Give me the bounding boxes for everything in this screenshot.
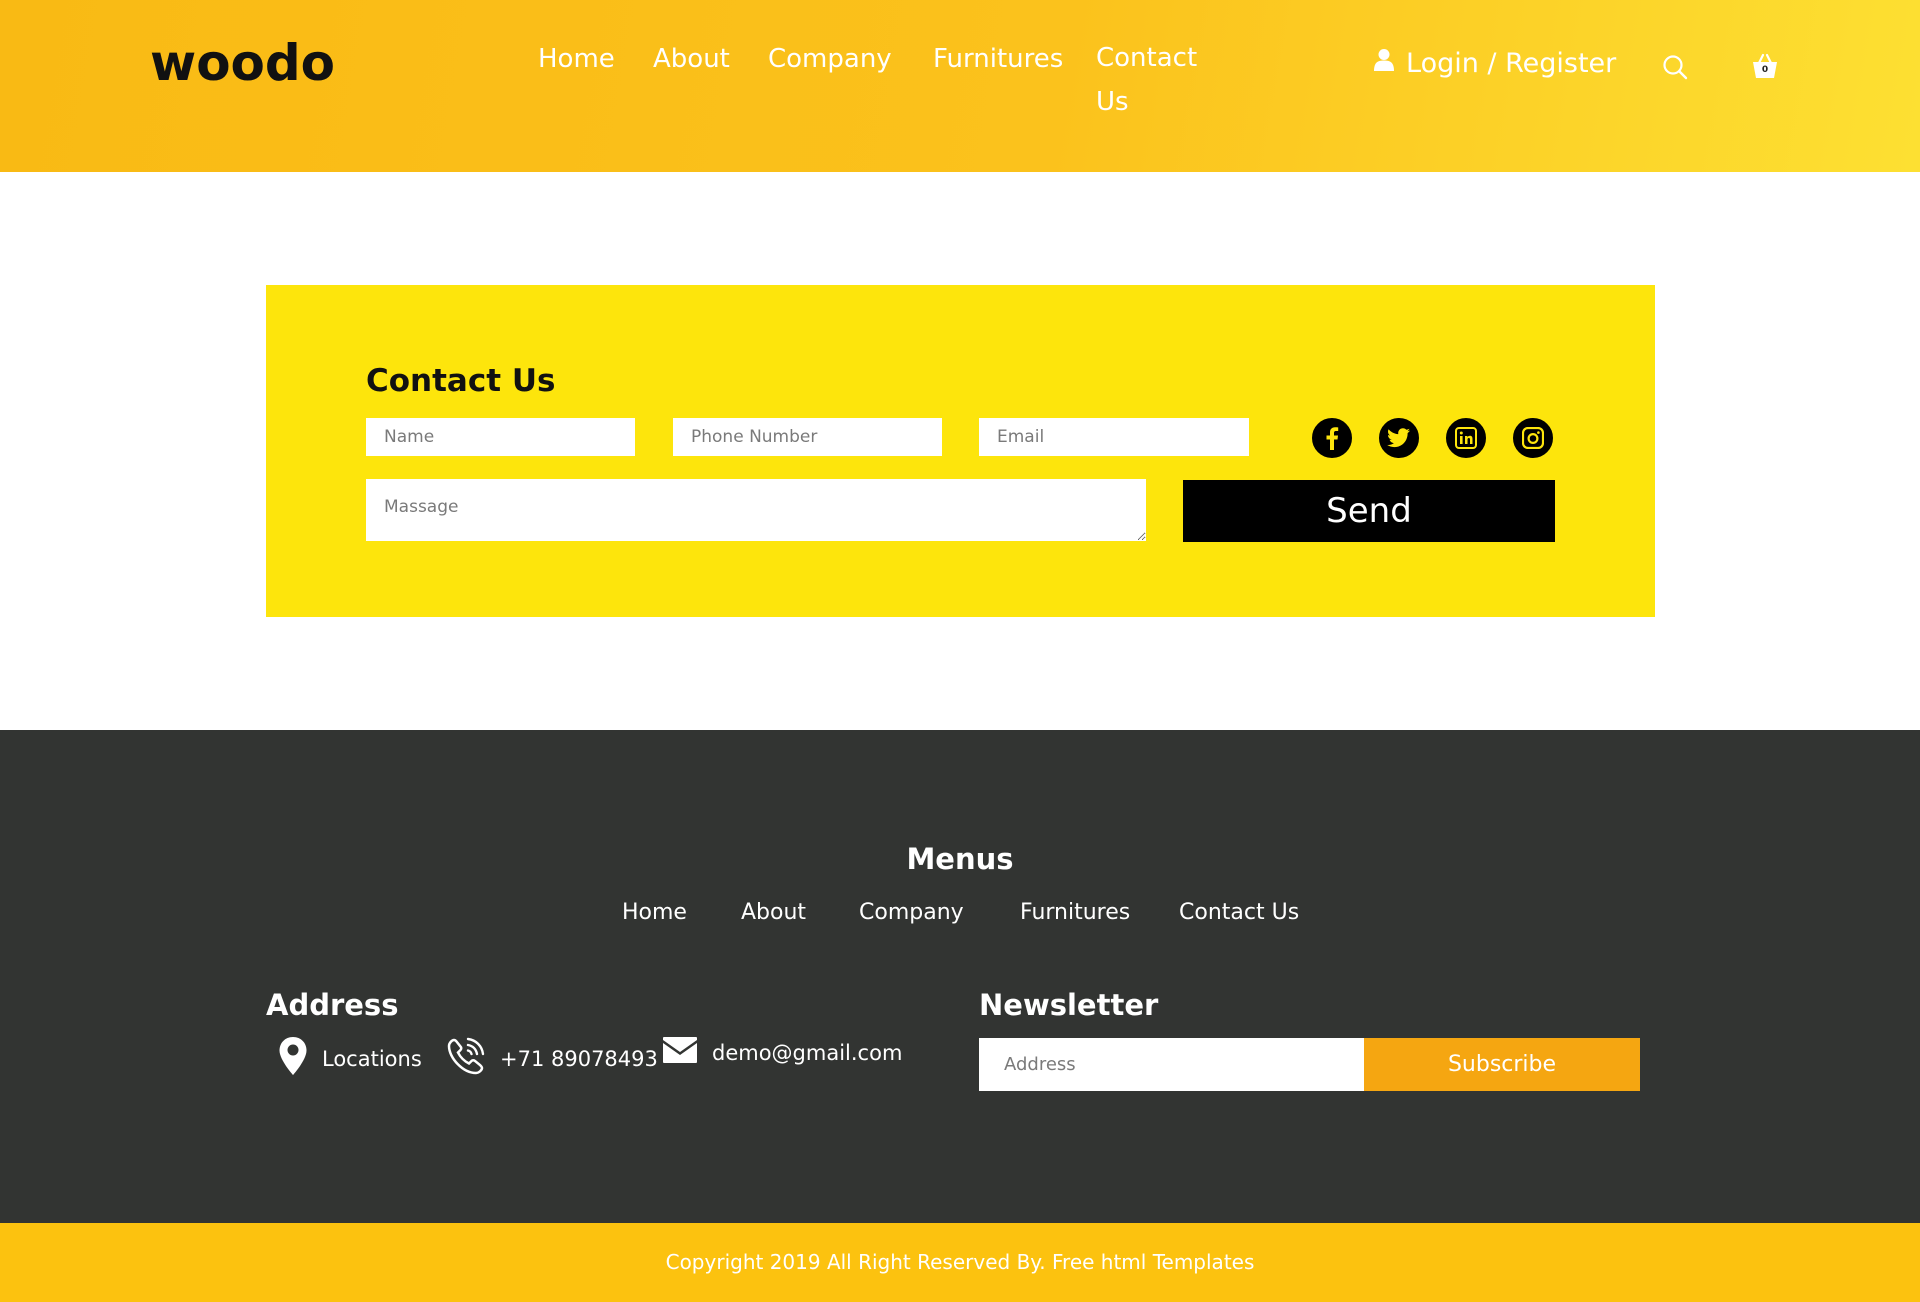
search-icon [1662, 55, 1688, 84]
footer-menu-about[interactable]: About [741, 900, 806, 925]
login-register-link[interactable]: Login / Register [1374, 48, 1616, 79]
nav-furnitures[interactable]: Furnitures [933, 44, 1063, 74]
phone-input[interactable] [673, 418, 942, 456]
send-button[interactable]: Send [1183, 480, 1555, 542]
email-address: demo@gmail.com [712, 1040, 903, 1065]
nav-company[interactable]: Company [768, 44, 892, 74]
contact-title: Contact Us [366, 363, 556, 399]
linkedin-icon[interactable] [1446, 418, 1486, 458]
phone-item[interactable]: +71 89078493 [446, 1036, 658, 1081]
instagram-icon[interactable] [1513, 418, 1553, 458]
location-item[interactable]: Locations [278, 1036, 422, 1081]
footer-menu-company[interactable]: Company [859, 900, 964, 925]
login-register-label: Login / Register [1406, 48, 1617, 79]
newsletter-input[interactable] [979, 1038, 1364, 1091]
location-label: Locations [322, 1046, 422, 1071]
subscribe-button[interactable]: Subscribe [1364, 1038, 1640, 1091]
copyright-text: Copyright 2019 All Right Reserved By. Fr… [665, 1250, 1255, 1274]
envelope-icon [662, 1036, 712, 1069]
footer-menu-contact-us[interactable]: Contact Us [1179, 900, 1299, 925]
search-button[interactable] [1662, 54, 1688, 84]
site-footer: Menus Home About Company Furnitures Cont… [0, 730, 1920, 1223]
email-item[interactable]: demo@gmail.com [662, 1036, 902, 1069]
cart-button[interactable]: 0 [1752, 52, 1778, 84]
message-textarea[interactable] [366, 479, 1146, 541]
contact-section: Contact Us Send [266, 285, 1655, 617]
logo[interactable]: woodo [150, 34, 335, 92]
footer-menu-furnitures[interactable]: Furnitures [1020, 900, 1130, 925]
email-input[interactable] [979, 418, 1249, 456]
phone-icon [446, 1036, 500, 1081]
social-links [1312, 418, 1553, 458]
newsletter-title: Newsletter [979, 988, 1159, 1022]
address-title: Address [266, 988, 399, 1022]
phone-number: +71 89078493 [500, 1046, 658, 1071]
map-pin-icon [278, 1036, 322, 1081]
nav-about[interactable]: About [653, 44, 730, 74]
copyright-bar: Copyright 2019 All Right Reserved By. Fr… [0, 1223, 1920, 1302]
nav-contact-us[interactable]: Contact Us [1096, 36, 1216, 124]
footer-menu-home[interactable]: Home [622, 900, 687, 925]
name-input[interactable] [366, 418, 635, 456]
user-icon [1374, 48, 1406, 79]
site-header: woodo Home About Company Furnitures Cont… [0, 0, 1920, 172]
cart-count: 0 [1761, 65, 1769, 75]
twitter-icon[interactable] [1379, 418, 1419, 458]
nav-home[interactable]: Home [538, 44, 615, 74]
facebook-icon[interactable] [1312, 418, 1352, 458]
menus-title: Menus [906, 842, 1014, 876]
